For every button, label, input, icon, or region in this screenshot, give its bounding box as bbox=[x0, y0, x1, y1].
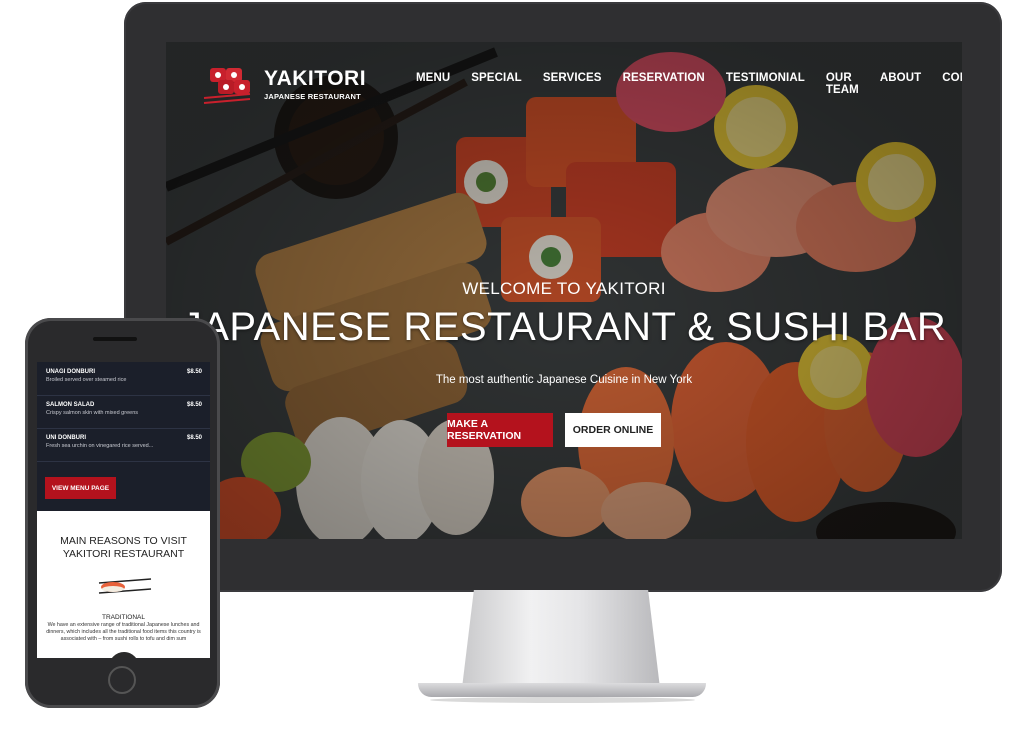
menu-item-price: $8.50 bbox=[186, 435, 202, 441]
menu-item-name: UNAGI DONBURI bbox=[46, 369, 95, 375]
nav-item-special[interactable]: SPECIAL bbox=[471, 72, 522, 96]
mobile-screen: UNAGI DONBURI $8.50 Broiled served over … bbox=[37, 362, 210, 658]
phone-home-button[interactable] bbox=[108, 666, 136, 694]
phone-speaker bbox=[93, 337, 137, 341]
menu-item-desc: Fresh sea urchin on vinegared rice serve… bbox=[46, 443, 154, 449]
hero-title: JAPANESE RESTAURANT & SUSHI BAR bbox=[181, 305, 947, 349]
order-online-button[interactable]: ORDER ONLINE bbox=[565, 413, 661, 447]
monitor-base-shadow bbox=[430, 697, 695, 703]
monitor-stand bbox=[462, 590, 660, 688]
menu-item-name: SALMON SALAD bbox=[46, 402, 95, 408]
nav-item-reservation[interactable]: RESERVATION bbox=[623, 72, 705, 96]
sushi-logo-icon bbox=[203, 68, 251, 104]
reasons-title: MAIN REASONS TO VISIT YAKITORI RESTAURAN… bbox=[60, 535, 187, 560]
nav-item-menu[interactable]: MENU bbox=[416, 72, 450, 96]
reason-label: TRADITIONAL bbox=[102, 614, 145, 621]
menu-item-desc: Crispy salmon skin with mixed greens bbox=[46, 410, 139, 416]
menu-list-item[interactable]: UNI DONBURI $8.50 Fresh sea urchin on vi… bbox=[37, 428, 210, 462]
nav-item-our-team[interactable]: OUR TEAM bbox=[826, 72, 859, 96]
brand-tagline: JAPANESE RESTAURANT bbox=[264, 91, 361, 101]
menu-item-price: $8.50 bbox=[186, 369, 202, 375]
menu-list-item[interactable]: UNAGI DONBURI $8.50 Broiled served over … bbox=[37, 362, 210, 396]
menu-item-price: $8.50 bbox=[186, 402, 202, 408]
reason-text: We have an extensive range of traditiona… bbox=[46, 622, 201, 642]
nav-item-contacts[interactable]: CONTACTS bbox=[942, 72, 962, 96]
nav-item-services[interactable]: SERVICES bbox=[543, 72, 602, 96]
main-nav: MENU SPECIAL SERVICES RESERVATION TESTIM… bbox=[416, 72, 962, 96]
site-logo[interactable]: YAKITORI JAPANESE RESTAURANT bbox=[202, 62, 366, 106]
reasons-section: MAIN REASONS TO VISIT YAKITORI RESTAURAN… bbox=[37, 511, 210, 658]
hero-subtitle: The most authentic Japanese Cuisine in N… bbox=[435, 374, 693, 386]
make-reservation-button[interactable]: MAKE A RESERVATION bbox=[447, 413, 553, 447]
chopsticks-sushi-icon bbox=[98, 578, 152, 594]
menu-item-name: UNI DONBURI bbox=[46, 435, 86, 441]
brand-name: YAKITORI bbox=[264, 66, 367, 90]
nav-item-about[interactable]: ABOUT bbox=[880, 72, 921, 96]
menu-item-desc: Broiled served over steamed rice bbox=[46, 377, 127, 383]
hero-welcome: WELCOME TO YAKITORI bbox=[462, 279, 666, 298]
monitor-base bbox=[418, 683, 706, 697]
nav-item-testimonial[interactable]: TESTIMONIAL bbox=[726, 72, 805, 96]
desktop-screen: YAKITORI JAPANESE RESTAURANT MENU SPECIA… bbox=[166, 42, 962, 539]
menu-list-item[interactable]: SALMON SALAD $8.50 Crispy salmon skin wi… bbox=[37, 395, 210, 429]
view-menu-page-button[interactable]: VIEW MENU PAGE bbox=[45, 477, 116, 499]
chef-avatar bbox=[109, 652, 139, 658]
